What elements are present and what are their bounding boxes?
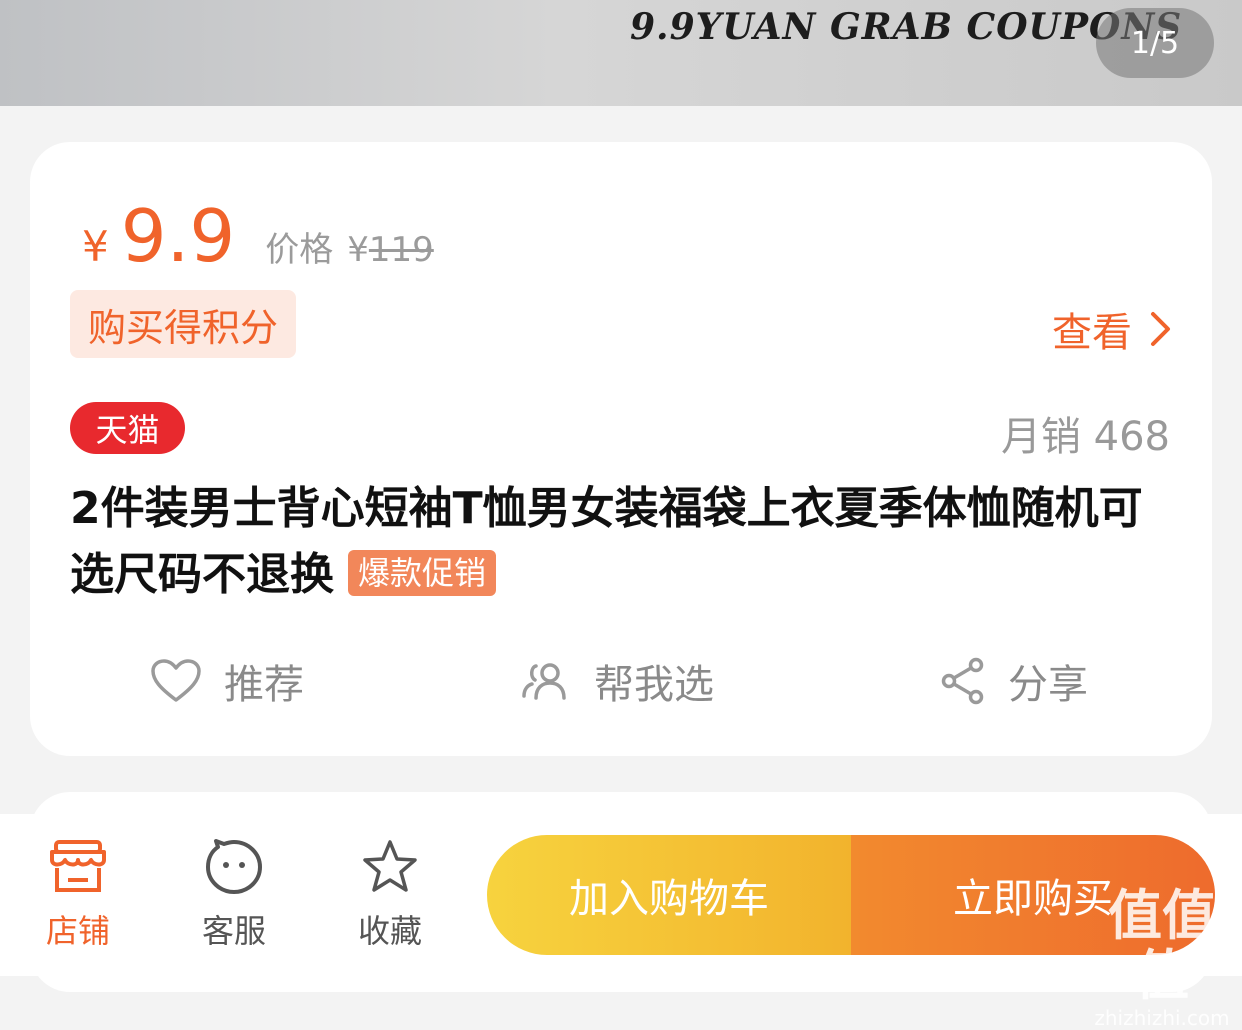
watermark-domain: zhizhizhi.com — [1094, 1006, 1230, 1030]
points-tag: 购买得积分 — [70, 290, 297, 358]
product-title: 2件装男士背心短袖T恤男女装福袋上衣夏季体恤随机可选尺码不退换 爆款促销 — [70, 476, 1180, 608]
star-icon — [363, 840, 417, 892]
product-info-card: ¥ 9.9 价格 ¥ 119 购买得积分 查看 天猫 月销 468 2件装男士背… — [30, 142, 1212, 756]
bottom-action-bar: 店铺 客服 收藏 加入购物车 立即购买 — [0, 814, 1242, 976]
favorite-tab[interactable]: 收藏 — [330, 838, 450, 952]
customer-service-icon — [206, 839, 262, 894]
store-icon — [50, 840, 106, 892]
tmall-badge: 天猫 — [70, 402, 185, 454]
original-price-currency: ¥ — [347, 230, 369, 270]
product-image-banner[interactable]: 9.9YUAN GRAB COUPONS 1/5 — [0, 0, 1242, 106]
people-icon — [522, 663, 566, 700]
help-choose-button[interactable]: 帮我选 — [520, 652, 714, 710]
recommend-button[interactable]: 推荐 — [150, 652, 304, 710]
product-title-text: 2件装男士背心短袖T恤男女装福袋上衣夏季体恤随机可选尺码不退换 — [70, 483, 1143, 600]
favorite-label: 收藏 — [357, 912, 422, 950]
recommend-label: 推荐 — [224, 662, 304, 708]
site-watermark: 值值值 zhizhizhi.com — [1092, 886, 1232, 1030]
view-label: 查看 — [1052, 310, 1132, 356]
heart-icon — [151, 659, 201, 702]
image-page-indicator: 1/5 — [1096, 8, 1214, 78]
service-tab[interactable]: 客服 — [174, 838, 294, 952]
store-tab[interactable]: 店铺 — [18, 838, 138, 952]
original-price: 119 — [368, 230, 434, 270]
original-price-label: 价格 — [265, 230, 334, 270]
help-choose-label: 帮我选 — [594, 662, 714, 708]
share-label: 分享 — [1008, 662, 1088, 708]
view-points-link[interactable]: 查看 — [1052, 300, 1172, 358]
service-label: 客服 — [201, 912, 266, 950]
price-row: ¥ 9.9 价格 ¥ 119 — [82, 194, 434, 278]
monthly-sales: 月销 468 — [1000, 414, 1170, 460]
store-label: 店铺 — [45, 912, 110, 950]
watermark-logo: 值值值 — [1108, 884, 1216, 1007]
share-button[interactable]: 分享 — [940, 652, 1088, 710]
share-icon — [941, 657, 984, 705]
price-currency: ¥ — [82, 222, 109, 271]
chevron-right-icon — [1151, 312, 1170, 346]
current-price: 9.9 — [120, 194, 236, 278]
add-to-cart-button[interactable]: 加入购物车 — [487, 835, 851, 955]
promo-tag: 爆款促销 — [348, 550, 497, 596]
